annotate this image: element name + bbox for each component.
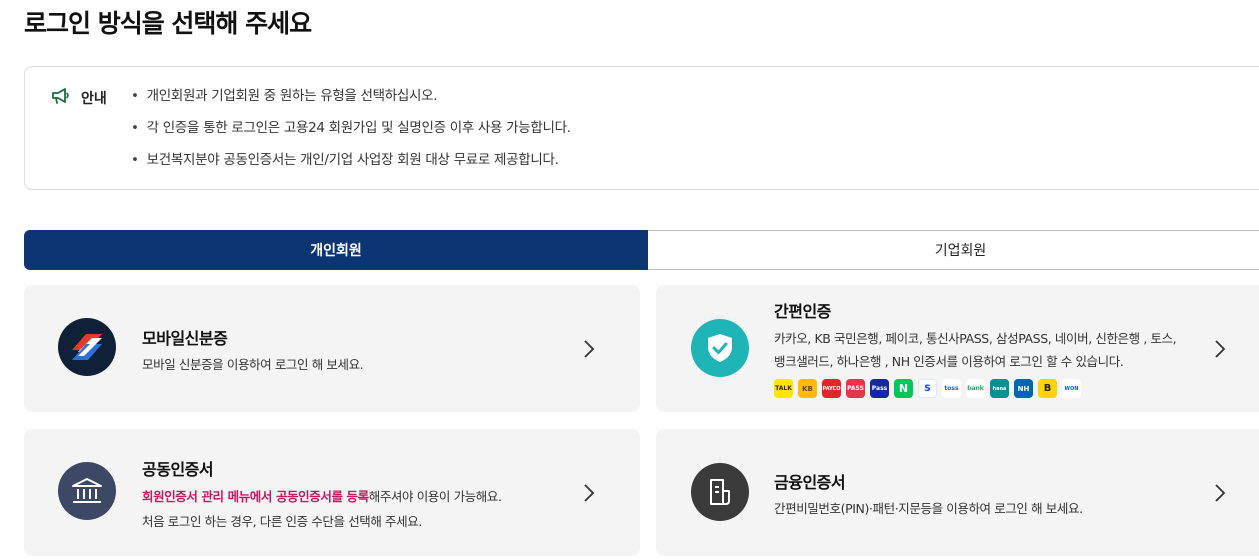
woori-won-logo: WON [1062,379,1081,398]
financial-cert-desc: 간편비밀번호(PIN)·패턴·지문등을 이용하여 로그인 해 보세요. [774,501,1083,516]
toss-logo: toss [942,379,961,398]
joint-cert-desc-line2: 처음 로그인 하는 경우, 다른 인증 수단을 선택해 주세요. [142,514,422,529]
mobile-id-card[interactable]: 모바일신분증 모바일 신분증을 이용하여 로그인 해 보세요. [24,285,640,412]
notice-box: 안내 개인회원과 기업회원 중 원하는 유형을 선택하십시오. 각 인증을 통한… [24,66,1259,190]
notice-item: 보건복지분야 공동인증서는 개인/기업 사업장 회원 대상 무료로 제공합니다. [131,151,571,183]
nh-logo: NH [1014,379,1033,398]
samsung-pass-logo: Pass [870,379,889,398]
joint-cert-desc-line1: 회원인증서 관리 메뉴에서 공동인증서를 등록해주셔야 이용이 가능해요. [142,484,502,509]
financial-cert-title: 금융인증서 [774,473,846,492]
simple-auth-desc-line2: 뱅크샐러드, 하나은행 , NH 인증서를 이용하여 로그인 할 수 있습니다. [774,354,1124,369]
member-type-tabs: 개인회원 기업회원 [24,230,1259,270]
mobile-id-title: 모바일신분증 [142,329,228,348]
joint-cert-register-link[interactable]: 회원인증서 관리 메뉴에서 공동인증서를 등록 [142,489,369,504]
simple-auth-card[interactable]: 간편인증 카카오, KB 국민은행, 페이코, 통신사PASS, 삼성PASS,… [656,285,1259,412]
joint-cert-desc-rest: 해주셔야 이용이 가능해요. [368,489,502,504]
document-icon [691,463,749,521]
mobile-id-icon [58,318,116,376]
megaphone-icon [51,87,71,109]
kb-logo: KB [798,379,817,398]
notice-header: 안내 [51,87,107,109]
notice-label: 안내 [81,91,107,107]
simple-auth-desc-line1: 카카오, KB 국민은행, 페이코, 통신사PASS, 삼성PASS, 네이버,… [774,331,1177,346]
payco-logo: PAYCO [822,379,841,398]
pass-logo: PASS [846,379,865,398]
joint-cert-title: 공동인증서 [142,460,214,479]
chevron-right-icon [584,484,595,502]
simple-auth-title: 간편인증 [774,302,831,321]
page-title: 로그인 방식을 선택해 주세요 [24,9,312,38]
provider-logos: TALK KB PAYCO PASS Pass N S toss bank ha… [774,379,1081,398]
chevron-right-icon [1215,484,1226,502]
notice-list: 개인회원과 기업회원 중 원하는 유형을 선택하십시오. 각 인증을 통한 로그… [131,87,571,183]
tab-individual[interactable]: 개인회원 [24,230,648,270]
notice-item: 각 인증을 통한 로그인은 고용24 회원가입 및 실명인증 이후 사용 가능합… [131,119,571,151]
shield-check-icon [691,319,749,377]
mobile-id-desc: 모바일 신분증을 이용하여 로그인 해 보세요. [142,357,364,372]
chevron-right-icon [1215,340,1226,358]
banksalad-b-logo: B [1038,379,1057,398]
tab-business[interactable]: 기업회원 [648,230,1259,270]
banksalad-logo: bank [966,379,985,398]
kakao-logo: TALK [774,379,793,398]
naver-logo: N [894,379,913,398]
chevron-right-icon [584,340,595,358]
hana-logo: hana [990,379,1009,398]
financial-cert-card[interactable]: 금융인증서 간편비밀번호(PIN)·패턴·지문등을 이용하여 로그인 해 보세요… [656,429,1259,556]
joint-cert-card[interactable]: 공동인증서 회원인증서 관리 메뉴에서 공동인증서를 등록해주셔야 이용이 가능… [24,429,640,556]
bank-building-icon [58,462,116,520]
notice-item: 개인회원과 기업회원 중 원하는 유형을 선택하십시오. [131,87,571,119]
shinhan-logo: S [918,379,937,398]
